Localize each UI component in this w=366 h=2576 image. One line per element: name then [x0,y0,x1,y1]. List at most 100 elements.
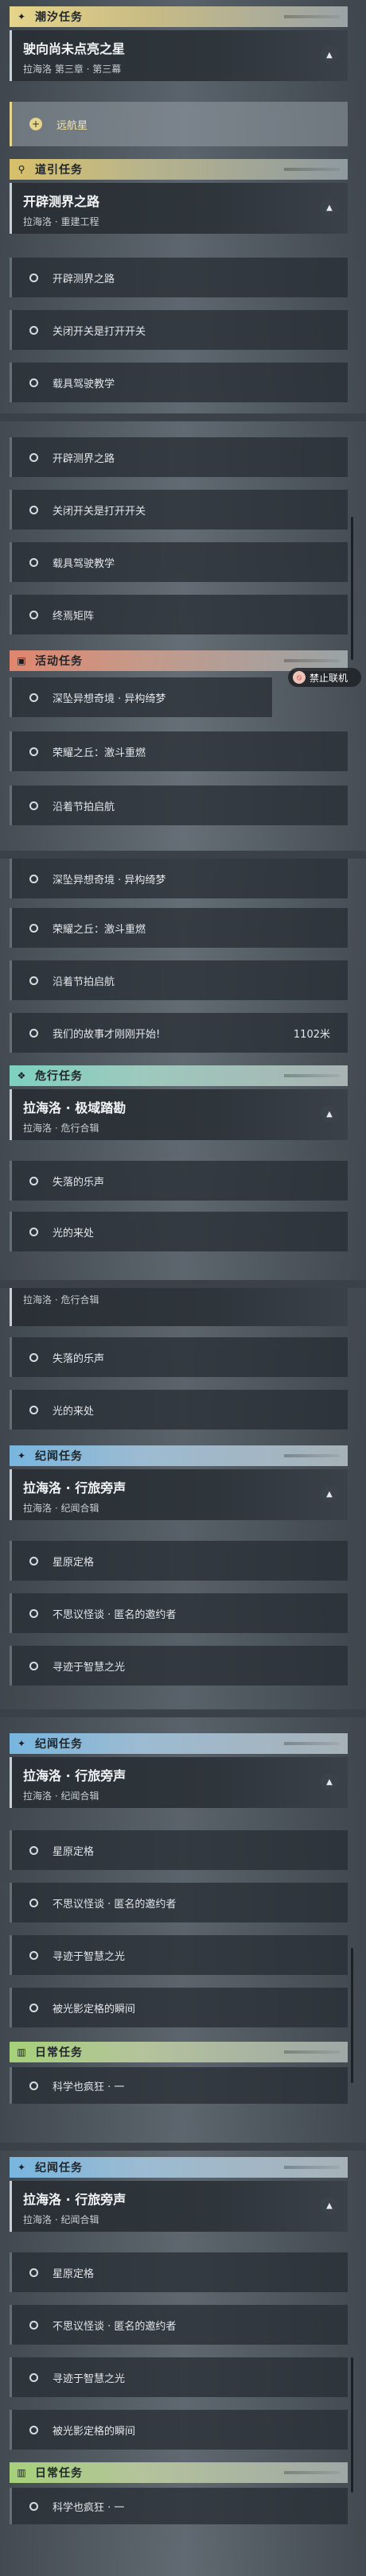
list-item[interactable]: 寻迹于智慧之光 [10,2357,348,2397]
quest-subtitle: 拉海洛 · 纪闻合辑 [23,1790,99,1802]
circle-icon [29,1608,38,1618]
circle-icon [29,505,38,514]
category-label: 纪闻任务 [35,1450,83,1463]
list-item[interactable]: 寻迹于智慧之光 [10,1646,348,1686]
circle-icon [29,2501,38,2511]
list-item[interactable]: 不思议怪谈 · 匿名的邀约者 [10,2305,348,2345]
list-item[interactable]: 关闭开关是打开开关 [10,490,348,530]
list-item[interactable]: 深坠异想奇境 · 异构绮梦 [10,677,272,717]
header-decoration [284,15,340,18]
scrollbar[interactable] [351,2357,353,2493]
circle-icon [29,874,38,883]
header-decoration [284,2471,340,2474]
list-item[interactable]: 光的来处 [10,1390,348,1430]
location-pin-icon: ⚲ [18,164,25,175]
header-decoration [284,2166,340,2169]
list-item[interactable]: 被光影定格的瞬间 [10,2410,348,2450]
quest-subtitle: 拉海洛 · 纪闻合辑 [23,1503,99,1514]
list-item[interactable]: 开辟测界之路 [10,437,348,477]
list-item[interactable]: 寻迹于智慧之光 [10,1935,348,1975]
item-label: 寻迹于智慧之光 [53,1950,126,1963]
tide-quest-card[interactable]: 驶向尚未点亮之星 拉海洛 第三章 · 第三幕 ▲ [10,30,348,81]
list-item[interactable]: 我们的故事才刚刚开始! 1102米 [10,1013,348,1053]
item-label: 关闭开关是打开开关 [53,325,146,338]
category-label: 纪闻任务 [35,2162,83,2174]
header-decoration [284,1742,340,1745]
list-item[interactable]: 科学也疯狂 · 一 [10,2488,348,2524]
list-item[interactable]: 荣耀之丘：激斗重燃 [10,731,348,771]
list-item[interactable]: 失落的乐声 [10,1337,348,1377]
circle-icon [29,2425,38,2434]
list-item[interactable]: 星原定格 [10,1541,348,1581]
header-decoration [284,2050,340,2054]
circle-icon [29,923,38,933]
item-label: 失落的乐声 [53,1176,105,1189]
screen-segment-2: 开辟测界之路 关闭开关是打开开关 载具驾驶教学 终焉矩阵 ▣ 活动任务 ⦸ 禁止… [0,421,366,851]
quest-subtitle: 拉海洛 · 纪闻合辑 [23,2214,99,2225]
chevron-up-icon[interactable]: ▲ [321,2197,338,2214]
circle-icon [29,1661,38,1670]
distance-label: 1102米 [293,1028,330,1041]
item-label: 沿着节拍启航 [53,801,115,813]
list-item[interactable]: 星原定格 [10,1830,348,1870]
scrollbar[interactable] [351,1948,353,2083]
quest-subtitle: 拉海洛 第三章 · 第三幕 [23,64,122,75]
circle-icon [29,1556,38,1565]
circle-icon [29,452,38,462]
item-label: 光的来处 [53,1405,95,1418]
list-item[interactable]: 被光影定格的瞬间 [10,1988,348,2027]
sparkle-icon: ✦ [17,11,26,22]
segment-separator [0,2143,366,2151]
list-item[interactable]: 载具驾驶教学 [10,363,348,402]
tide-quest-header: ✦ 潮汐任务 [10,6,348,27]
dispatch-icon: ✦ [17,1450,26,1461]
scrollbar[interactable] [351,517,353,660]
list-item[interactable]: 不思议怪谈 · 匿名的邀约者 [10,1883,348,1922]
list-item[interactable]: 星原定格 [10,2252,348,2292]
chevron-up-icon[interactable]: ▲ [321,46,338,64]
item-label: 载具驾驶教学 [53,557,115,570]
list-item[interactable]: 关闭开关是打开开关 [10,310,348,350]
screen-segment-5: ✦ 纪闻任务 拉海洛 · 行旅旁声 拉海洛 · 纪闻合辑 ▲ 星原定格 不思议怪… [0,1717,366,2143]
list-item[interactable]: 终焉矩阵 [10,595,348,634]
chevron-up-icon[interactable]: ▲ [321,1773,338,1790]
quest-title: 开辟测界之路 [23,194,100,209]
header-decoration [284,1074,340,1077]
circle-icon [29,1352,38,1362]
chronicle-quest-card[interactable]: 拉海洛 · 行旅旁声 拉海洛 · 纪闻合辑 ▲ [10,1757,348,1808]
quest-title: 拉海洛 · 行旅旁声 [23,1480,127,1496]
category-label: 日常任务 [35,2046,83,2059]
list-item[interactable]: 载具驾驶教学 [10,542,348,582]
book-icon: ▥ [17,2467,26,2478]
list-item[interactable]: 荣耀之丘：激斗重燃 [10,908,348,948]
list-item[interactable]: 沿着节拍启航 [10,960,348,1000]
circle-icon [29,2320,38,2330]
list-item[interactable]: 科学也疯狂 · 一 [10,2067,348,2104]
guide-quest-card[interactable]: 开辟测界之路 拉海洛 · 重建工程 ▲ [10,183,348,234]
list-item[interactable]: 开辟测界之路 [10,258,348,297]
list-item[interactable]: 不思议怪谈 · 匿名的邀约者 [10,1593,348,1633]
circle-icon [29,2081,38,2090]
chevron-up-icon[interactable]: ▲ [321,199,338,216]
item-label: 不思议怪谈 · 匿名的邀约者 [53,1898,177,1911]
circle-icon [29,273,38,282]
danger-quest-card[interactable]: 拉海洛 · 极域踏勘 拉海洛 · 危行合辑 ▲ [10,1089,348,1140]
chronicle-quest-card[interactable]: 拉海洛 · 行旅旁声 拉海洛 · 纪闻合辑 ▲ [10,1469,348,1520]
screen-segment-3: 深坠异想奇境 · 异构绮梦 荣耀之丘：激斗重燃 沿着节拍启航 我们的故事才刚刚开… [0,859,366,1280]
item-label: 星原定格 [53,1845,95,1858]
list-item[interactable]: 光的来处 [10,1212,348,1251]
item-label: 关闭开关是打开开关 [53,505,146,518]
list-item[interactable]: 深坠异想奇境 · 异构绮梦 [10,859,348,898]
circle-icon [29,692,38,702]
chronicle-quest-card[interactable]: 拉海洛 · 行旅旁声 拉海洛 · 纪闻合辑 ▲ [10,2181,348,2232]
quest-title: 拉海洛 · 行旅旁声 [23,2192,127,2207]
danger-quest-card[interactable]: 拉海洛 · 危行合辑 [10,1288,348,1326]
danger-quest-header: ❖ 危行任务 [10,1065,348,1086]
chevron-up-icon[interactable]: ▲ [321,1485,338,1503]
tide-active-item[interactable]: + 远航星 [10,102,348,146]
chevron-up-icon[interactable]: ▲ [321,1105,338,1123]
item-label: 科学也疯狂 · 一 [53,2081,125,2093]
list-item[interactable]: 沿着节拍启航 [10,786,348,825]
list-item[interactable]: 失落的乐声 [10,1161,348,1201]
calendar-icon: ▣ [17,655,26,666]
